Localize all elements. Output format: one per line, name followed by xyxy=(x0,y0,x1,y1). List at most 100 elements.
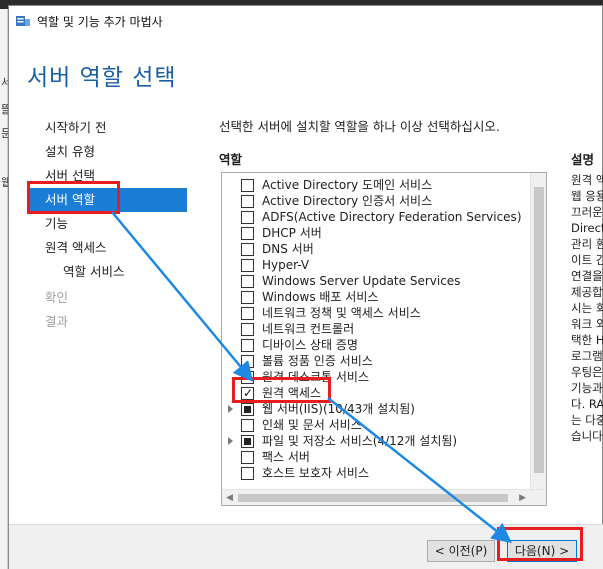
role-list-item[interactable]: 네트워크 정책 및 액세스 서비스 xyxy=(222,305,532,321)
description-line: 원격 액 xyxy=(571,173,603,187)
role-list-item[interactable]: Active Directory 인증서 서비스 xyxy=(222,193,532,209)
description-line: 웹 응용 xyxy=(571,189,603,203)
role-label: Windows 배포 서비스 xyxy=(262,290,379,304)
role-checkbox[interactable] xyxy=(241,403,254,416)
roles-list-horizontal-scrollbar[interactable]: ◀ ▶ xyxy=(222,489,546,505)
nav-item-server-selection[interactable]: 서버 선택 xyxy=(27,164,187,188)
description-line: 로그램 xyxy=(571,349,603,363)
role-list-item[interactable]: 팩스 서버 xyxy=(222,449,532,465)
role-list-item[interactable]: 원격 데스크톱 서비스 xyxy=(222,369,532,385)
role-label: 네트워크 정책 및 액세스 서비스 xyxy=(262,306,421,320)
nav-item-role-services[interactable]: 역할 서비스 xyxy=(27,260,187,284)
wizard-window: 역할 및 기능 추가 마법사 서버 역할 선택 시작하기 전 설치 유형 서버 … xyxy=(8,5,603,569)
role-checkbox[interactable] xyxy=(241,227,254,240)
role-list-item[interactable]: 디바이스 상태 증명 xyxy=(222,337,532,353)
nav-item-confirmation: 확인 xyxy=(45,290,69,305)
description-line: 택한 H xyxy=(571,333,603,347)
role-checkbox[interactable] xyxy=(241,211,254,224)
role-list-item[interactable]: 파일 및 저장소 서비스(4/12개 설치됨) xyxy=(222,433,532,449)
description-line: 시는 회 xyxy=(571,301,603,315)
description-line: 관리 환 xyxy=(571,237,603,251)
roles-list[interactable]: Active Directory 도메인 서비스 Active Directory… xyxy=(221,172,547,506)
server-manager-icon xyxy=(16,16,30,26)
wizard-footer: < 이전(P) 다음(N) > xyxy=(9,524,603,569)
title-bar[interactable]: 역할 및 기능 추가 마법사 xyxy=(9,6,602,36)
role-checkbox[interactable] xyxy=(241,355,254,368)
horizontal-scroll-thumb[interactable] xyxy=(238,494,508,502)
roles-heading: 역할 xyxy=(219,152,243,167)
description-line: 끄러운 xyxy=(571,205,603,219)
role-list-item[interactable]: Active Directory 도메인 서비스 xyxy=(222,177,532,193)
role-label: DHCP 서버 xyxy=(262,226,322,240)
role-label: 파일 및 저장소 서비스(4/12개 설치됨) xyxy=(262,434,458,448)
role-checkbox[interactable] xyxy=(241,259,254,272)
role-list-item[interactable]: 원격 액세스 xyxy=(222,385,532,401)
scroll-right-icon[interactable]: ▶ xyxy=(519,493,526,503)
role-label: 볼륨 정품 인증 서비스 xyxy=(262,354,373,368)
description-line: 연결을 xyxy=(571,269,603,283)
role-list-item[interactable]: ADFS(Active Directory Federation Service… xyxy=(222,209,532,225)
scroll-left-icon[interactable]: ◀ xyxy=(226,493,233,503)
description-heading: 설명 xyxy=(571,152,595,167)
role-checkbox[interactable] xyxy=(241,275,254,288)
role-list-item[interactable]: Hyper-V xyxy=(222,257,532,273)
role-label: Windows Server Update Services xyxy=(262,274,461,288)
next-button[interactable]: 다음(N) > xyxy=(507,540,577,562)
nav-item-remote-access[interactable]: 원격 액세스 xyxy=(27,236,187,260)
role-list-item[interactable]: DHCP 서버 xyxy=(222,225,532,241)
role-label: Hyper-V xyxy=(262,258,310,272)
description-line: 이트 간 xyxy=(571,253,603,267)
expand-arrow-icon[interactable] xyxy=(228,405,233,413)
role-label: DNS 서버 xyxy=(262,242,314,256)
role-list-item[interactable]: 웹 서버(IIS)(10/43개 설치됨) xyxy=(222,401,532,417)
role-checkbox[interactable] xyxy=(241,323,254,336)
background-window-edge: 서 뜰 문 웹 xyxy=(0,9,11,569)
role-description: 원격 액웹 응용끄러운 Directi 관리 환이트 간연결을제공합시는 회워크 외… xyxy=(571,172,603,444)
role-label: ADFS(Active Directory Federation Service… xyxy=(262,210,522,224)
role-list-item[interactable]: DNS 서버 xyxy=(222,241,532,257)
description-line: 는 다중 xyxy=(571,413,603,427)
role-checkbox[interactable] xyxy=(241,435,254,448)
role-label: 네트워크 컨트롤러 xyxy=(262,322,355,336)
role-list-item[interactable]: 호스트 보호자 서비스 xyxy=(222,465,532,481)
role-checkbox[interactable] xyxy=(241,339,254,352)
role-list-item[interactable]: Windows Server Update Services xyxy=(222,273,532,289)
role-checkbox[interactable] xyxy=(241,195,254,208)
vertical-scroll-thumb[interactable] xyxy=(534,187,544,473)
role-checkbox[interactable] xyxy=(241,243,254,256)
role-list-item[interactable]: 네트워크 컨트롤러 xyxy=(222,321,532,337)
description-line: 우팅은 xyxy=(571,365,603,379)
roles-list-vertical-scrollbar[interactable] xyxy=(530,173,546,489)
role-checkbox[interactable] xyxy=(241,291,254,304)
expand-arrow-icon[interactable] xyxy=(228,437,233,445)
description-line: Directi xyxy=(571,221,603,235)
role-label: 웹 서버(IIS)(10/43개 설치됨) xyxy=(262,402,415,416)
role-checkbox[interactable] xyxy=(241,371,254,384)
description-line: 습니다 xyxy=(571,429,603,443)
nav-item-installation-type[interactable]: 설치 유형 xyxy=(27,140,187,164)
nav-item-server-roles[interactable]: 서버 역할 xyxy=(27,188,187,212)
role-list-item[interactable]: 인쇄 및 문서 서비스 xyxy=(222,417,532,433)
role-label: 팩스 서버 xyxy=(262,450,310,464)
role-checkbox[interactable] xyxy=(241,385,254,401)
role-label: 원격 액세스 xyxy=(262,386,322,400)
role-label: Active Directory 인증서 서비스 xyxy=(262,194,433,208)
page-title: 서버 역할 선택 xyxy=(27,65,177,91)
role-checkbox[interactable] xyxy=(241,179,254,192)
role-label: 디바이스 상태 증명 xyxy=(262,338,358,352)
window-title: 역할 및 기능 추가 마법사 xyxy=(37,15,163,29)
role-label: 호스트 보호자 서비스 xyxy=(262,466,369,480)
nav-item-features[interactable]: 기능 xyxy=(27,212,187,236)
role-checkbox[interactable] xyxy=(241,419,254,432)
role-checkbox[interactable] xyxy=(241,307,254,320)
description-line: 제공합 xyxy=(571,285,603,299)
role-list-item[interactable]: 볼륨 정품 인증 서비스 xyxy=(222,353,532,369)
description-line: 워크 외 xyxy=(571,317,603,331)
role-list-item[interactable]: Windows 배포 서비스 xyxy=(222,289,532,305)
role-checkbox[interactable] xyxy=(241,467,254,480)
nav-item-results: 결과 xyxy=(45,314,69,329)
nav-item-before-you-begin[interactable]: 시작하기 전 xyxy=(27,116,187,140)
role-checkbox[interactable] xyxy=(241,451,254,464)
instruction-text: 선택한 서버에 설치할 역할을 하나 이상 선택하십시오. xyxy=(219,119,500,134)
previous-button[interactable]: < 이전(P) xyxy=(427,540,495,562)
